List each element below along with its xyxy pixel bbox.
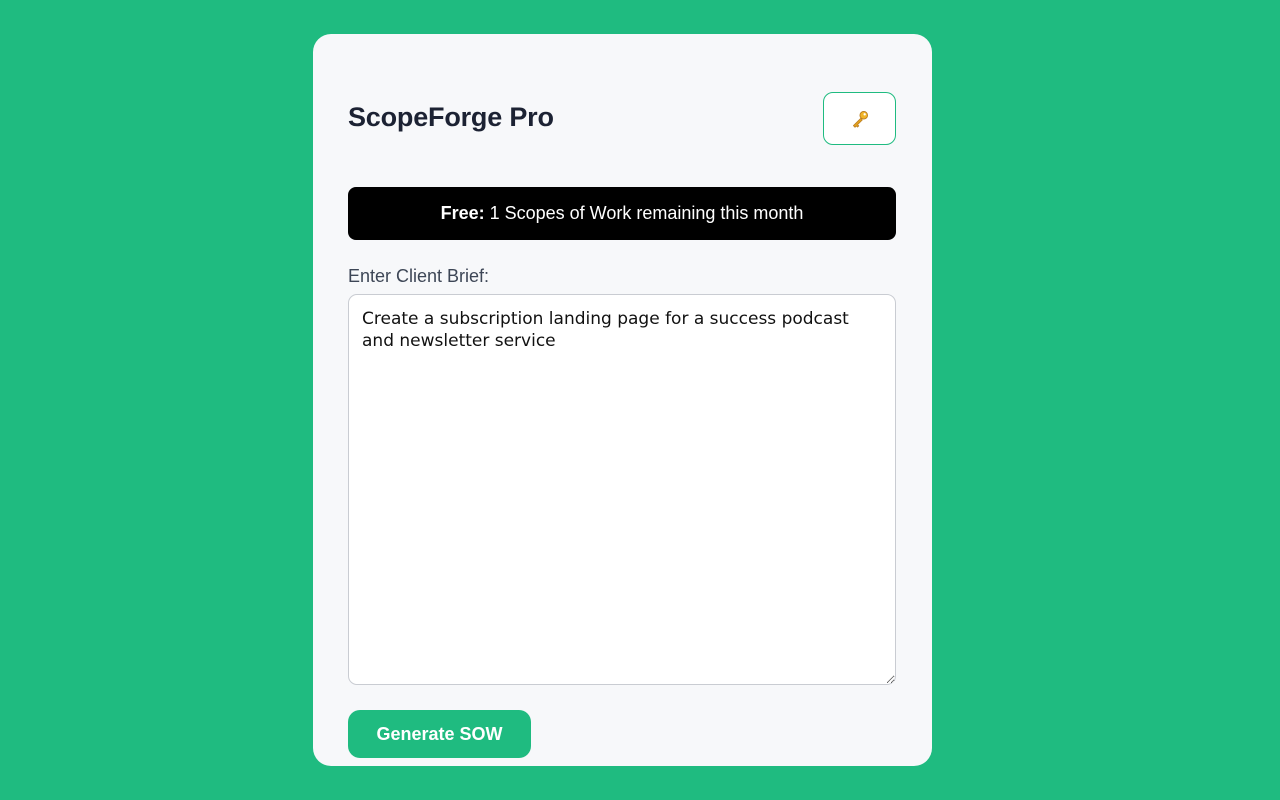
generate-sow-button[interactable]: Generate SOW xyxy=(348,710,531,758)
client-brief-textarea[interactable]: Create a subscription landing page for a… xyxy=(348,294,896,685)
key-icon xyxy=(852,110,868,128)
plan-name: Free: xyxy=(440,203,485,223)
remaining-count-text: 1 Scopes of Work remaining this month xyxy=(489,203,804,223)
api-key-button[interactable] xyxy=(823,92,896,145)
app-card: ScopeForge Pro Free: 1 Scopes of Work re… xyxy=(313,34,932,766)
plan-status-banner: Free: 1 Scopes of Work remaining this mo… xyxy=(348,187,896,240)
client-brief-label: Enter Client Brief: xyxy=(348,266,490,286)
app-title: ScopeForge Pro xyxy=(348,102,554,132)
